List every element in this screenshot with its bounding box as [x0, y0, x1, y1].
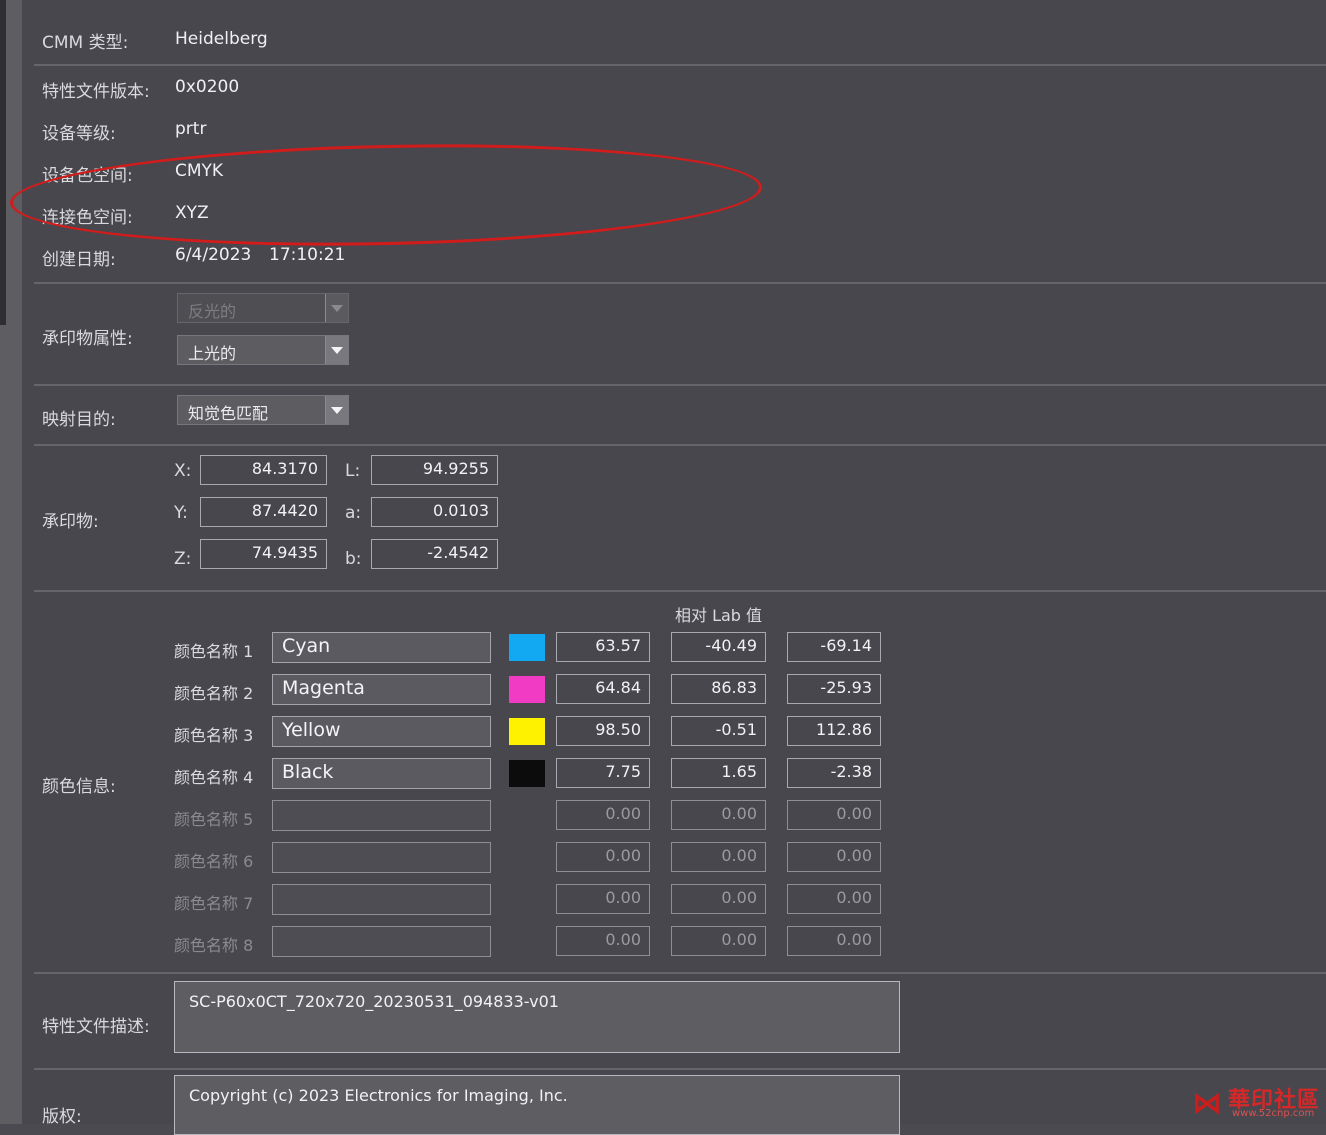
color-name-field[interactable]: Magenta: [272, 674, 491, 705]
b-value-field[interactable]: -2.4542: [371, 539, 498, 569]
left-edge-bar: [0, 0, 22, 1124]
scrollbar-thumb[interactable]: [0, 0, 6, 325]
divider: [34, 282, 1326, 284]
divider: [34, 64, 1326, 66]
rendering-intent-value: 知觉色匹配: [188, 404, 269, 423]
rendering-intent-dropdown[interactable]: 知觉色匹配: [177, 395, 349, 425]
logo-mark-icon: ⋈: [1192, 1086, 1222, 1121]
color-name-field[interactable]: Black: [272, 758, 491, 789]
substrate-label: 承印物:: [42, 512, 99, 532]
divider: [34, 444, 1326, 446]
divider: [34, 1068, 1326, 1070]
y-value-field[interactable]: 87.4420: [200, 497, 327, 527]
creation-date-label: 创建日期:: [42, 250, 116, 270]
profile-version-label: 特性文件版本:: [42, 82, 150, 102]
color-name-label: 颜色名称 5: [174, 810, 254, 829]
lab-a-field[interactable]: -0.51: [671, 716, 766, 746]
lab-b-field[interactable]: 0.00: [787, 884, 881, 914]
color-swatch: [509, 676, 545, 703]
color-name-label: 颜色名称 2: [174, 684, 254, 703]
color-name-field[interactable]: [272, 842, 491, 873]
color-swatch: [509, 718, 545, 745]
lab-a-field[interactable]: 86.83: [671, 674, 766, 704]
color-name-field[interactable]: [272, 926, 491, 957]
lab-b-field[interactable]: 112.86: [787, 716, 881, 746]
lab-b-field[interactable]: 0.00: [787, 800, 881, 830]
lab-b-field[interactable]: 0.00: [787, 926, 881, 956]
x-label: X:: [174, 461, 192, 481]
l-label: L:: [345, 461, 361, 481]
chevron-down-icon: [325, 396, 348, 424]
copyright-field[interactable]: Copyright (c) 2023 Electronics for Imagi…: [174, 1075, 900, 1135]
profile-description-label: 特性文件描述:: [42, 1017, 150, 1037]
color-name-label: 颜色名称 8: [174, 936, 254, 955]
color-name-field[interactable]: [272, 884, 491, 915]
lab-a-field[interactable]: 0.00: [671, 926, 766, 956]
lab-l-field[interactable]: 98.50: [556, 716, 650, 746]
lab-l-field[interactable]: 0.00: [556, 842, 650, 872]
divider: [34, 972, 1326, 974]
lab-l-field[interactable]: 0.00: [556, 926, 650, 956]
lab-l-field[interactable]: 0.00: [556, 800, 650, 830]
relative-lab-header: 相对 Lab 值: [675, 606, 763, 625]
cmm-type-value: Heidelberg: [175, 29, 268, 49]
reflective-dropdown-value: 反光的: [188, 302, 237, 321]
divider: [34, 384, 1326, 386]
x-value-field[interactable]: 84.3170: [200, 455, 327, 485]
y-label: Y:: [174, 503, 188, 523]
glossy-dropdown[interactable]: 上光的: [177, 335, 349, 365]
lab-a-field[interactable]: 0.00: [671, 800, 766, 830]
color-name-field[interactable]: Cyan: [272, 632, 491, 663]
lab-l-field[interactable]: 64.84: [556, 674, 650, 704]
lab-l-field[interactable]: 63.57: [556, 632, 650, 662]
lab-l-field[interactable]: 7.75: [556, 758, 650, 788]
a-label: a:: [345, 503, 362, 523]
chevron-down-icon: [325, 336, 348, 364]
lab-a-field[interactable]: 0.00: [671, 884, 766, 914]
b-label: b:: [345, 549, 362, 569]
color-name-label: 颜色名称 1: [174, 642, 254, 661]
l-value-field[interactable]: 94.9255: [371, 455, 498, 485]
color-name-field[interactable]: [272, 800, 491, 831]
color-name-field[interactable]: Yellow: [272, 716, 491, 747]
color-name-label: 颜色名称 6: [174, 852, 254, 871]
z-label: Z:: [174, 549, 192, 569]
profile-version-value: 0x0200: [175, 77, 240, 97]
device-class-value: prtr: [175, 119, 207, 139]
color-name-label: 颜色名称 3: [174, 726, 254, 745]
watermark-logo: ⋈ 華印社區 www.52cnp.com: [1192, 1082, 1322, 1122]
divider: [34, 590, 1326, 592]
color-swatch: [509, 634, 545, 661]
lab-b-field[interactable]: 0.00: [787, 842, 881, 872]
media-attributes-label: 承印物属性:: [42, 329, 133, 349]
device-class-label: 设备等级:: [42, 124, 116, 144]
lab-b-field[interactable]: -69.14: [787, 632, 881, 662]
lab-b-field[interactable]: -25.93: [787, 674, 881, 704]
glossy-dropdown-value: 上光的: [188, 344, 237, 363]
profile-description-field[interactable]: SC-P60x0CT_720x720_20230531_094833-v01: [174, 981, 900, 1053]
creation-time-value: 17:10:21: [269, 245, 346, 265]
lab-b-field[interactable]: -2.38: [787, 758, 881, 788]
lab-a-field[interactable]: 0.00: [671, 842, 766, 872]
reflective-dropdown[interactable]: 反光的: [177, 293, 349, 323]
color-info-label: 颜色信息:: [42, 777, 116, 797]
a-value-field[interactable]: 0.0103: [371, 497, 498, 527]
lab-a-field[interactable]: 1.65: [671, 758, 766, 788]
rendering-intent-label: 映射目的:: [42, 410, 116, 430]
lab-l-field[interactable]: 0.00: [556, 884, 650, 914]
copyright-label: 版权:: [42, 1107, 82, 1127]
color-name-label: 颜色名称 7: [174, 894, 254, 913]
z-value-field[interactable]: 74.9435: [200, 539, 327, 569]
color-swatch: [509, 760, 545, 787]
chevron-down-icon: [325, 294, 348, 322]
creation-date-value: 6/4/2023: [175, 245, 252, 265]
watermark-url: www.52cnp.com: [1232, 1108, 1315, 1119]
cmm-type-label: CMM 类型:: [42, 33, 129, 53]
color-name-label: 颜色名称 4: [174, 768, 254, 787]
lab-a-field[interactable]: -40.49: [671, 632, 766, 662]
